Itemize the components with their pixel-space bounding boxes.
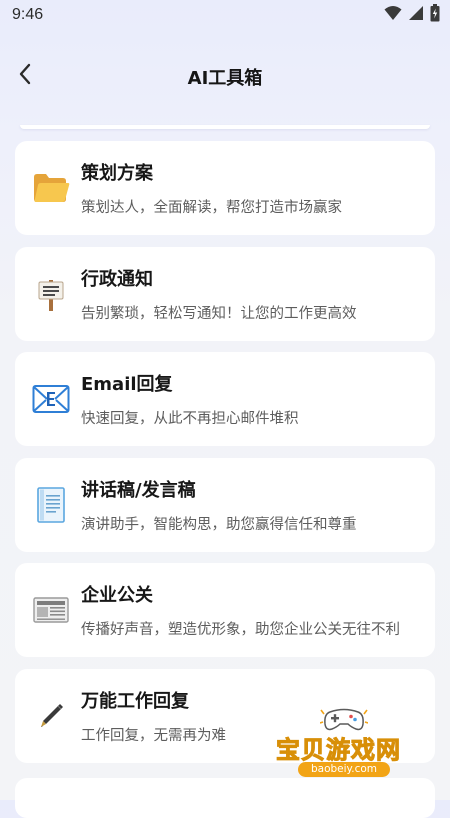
status-bar: 9:46 xyxy=(0,0,450,32)
document-icon xyxy=(32,486,70,524)
tool-title: 万能工作回复 xyxy=(81,690,189,712)
tool-list: 策划方案 策划达人，全面解读，帮您打造市场赢家 行政通知 告别繁琐，轻松写通知！… xyxy=(15,141,435,774)
newspaper-icon xyxy=(32,591,70,629)
page-title: AI工具箱 xyxy=(187,68,263,89)
tool-title: 行政通知 xyxy=(81,268,153,290)
wifi-icon xyxy=(384,5,402,25)
tool-title: 讲话稿/发言稿 xyxy=(81,479,196,501)
tool-description: 快速回复，从此不再担心邮件堆积 xyxy=(81,411,299,427)
tool-card-email-reply[interactable]: Email回复 快速回复，从此不再担心邮件堆积 xyxy=(15,352,435,446)
status-time: 9:46 xyxy=(12,6,44,23)
tool-card-work-reply[interactable]: 万能工作回复 工作回复，无需再为难 xyxy=(15,668,435,763)
tool-card-speech-draft[interactable]: 讲话稿/发言稿 演讲助手，智能构思，助您赢得信任和尊重 xyxy=(15,457,435,552)
tool-description: 告别繁琐，轻松写通知！让您的工作更高效 xyxy=(81,305,357,322)
tool-card-admin-notice[interactable]: 行政通知 告别繁琐，轻松写通知！让您的工作更高效 xyxy=(15,246,435,341)
battery-charging-icon xyxy=(430,4,440,26)
cell-signal-icon xyxy=(408,5,424,25)
signpost-icon xyxy=(32,275,70,313)
nav-bar: AI工具箱 xyxy=(0,54,450,98)
top-divider xyxy=(20,125,430,129)
tool-card-planning[interactable]: 策划方案 策划达人，全面解读，帮您打造市场赢家 xyxy=(15,141,435,235)
tool-title: 策划方案 xyxy=(81,163,153,184)
tool-description: 演讲助手，智能构思，助您赢得信任和尊重 xyxy=(81,516,357,533)
tool-description: 策划达人，全面解读，帮您打造市场赢家 xyxy=(81,200,342,216)
status-icons xyxy=(384,4,440,26)
tool-title: 企业公关 xyxy=(81,585,153,606)
tool-description: 工作回复，无需再为难 xyxy=(81,727,226,744)
tool-card-next-partial[interactable] xyxy=(15,778,435,818)
tool-description: 传播好声音，塑造优形象，助您企业公关无往不利 xyxy=(81,622,400,638)
tool-title: Email回复 xyxy=(81,374,173,395)
tool-card-corporate-pr[interactable]: 企业公关 传播好声音，塑造优形象，助您企业公关无往不利 xyxy=(15,563,435,657)
pen-icon xyxy=(32,697,70,735)
email-icon xyxy=(32,380,70,418)
folder-icon xyxy=(32,169,70,207)
